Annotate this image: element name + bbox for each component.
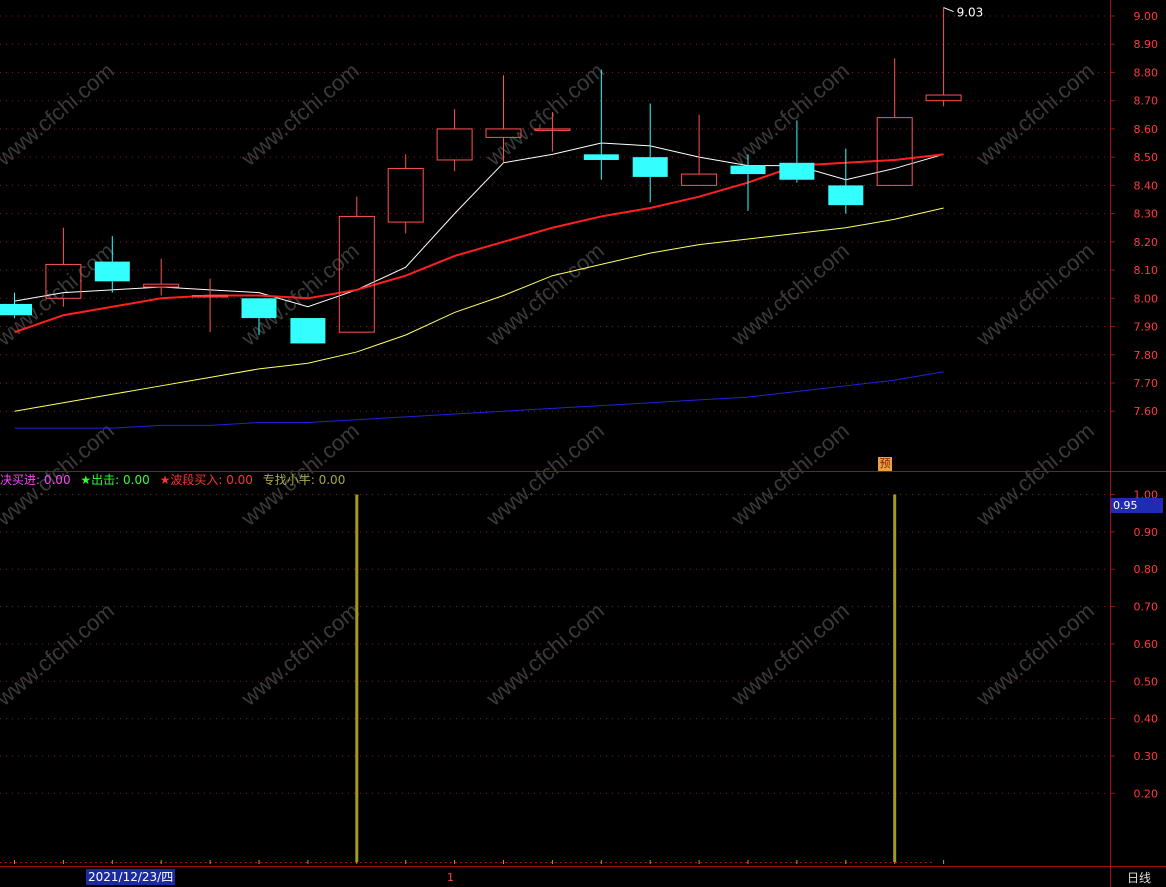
indicator-bar[interactable]	[893, 494, 897, 863]
cursor-value-tag: 0.95	[1111, 498, 1163, 513]
candle[interactable]	[925, 7, 962, 107]
main-tick-label: 8.10	[1134, 264, 1159, 277]
candle-body	[828, 185, 864, 206]
indicator-tick-label: 0.60	[1134, 638, 1159, 651]
indicator-legend: 决买进: 0.00 ★出击: 0.00 ★波段买入: 0.00 专找小牛: 0.…	[0, 472, 351, 488]
candle-body	[94, 261, 130, 282]
indicator-bar[interactable]	[355, 494, 359, 863]
candle[interactable]	[436, 109, 473, 172]
candle-body	[436, 128, 473, 161]
candle[interactable]	[632, 103, 668, 203]
period-label[interactable]: 日线	[1112, 869, 1166, 887]
watermark-text: www.cfchi.com	[726, 58, 854, 171]
candle-body	[387, 167, 424, 223]
candle[interactable]	[192, 278, 229, 333]
watermark-text: www.cfchi.com	[0, 58, 119, 171]
indicator-tick-label: 0.80	[1134, 563, 1159, 576]
ma-line	[14, 153, 944, 334]
watermark-text: www.cfchi.com	[236, 598, 364, 711]
candle-body	[681, 173, 718, 186]
main-tick-label: 9.00	[1134, 10, 1159, 23]
indicator-tick-label: 0.90	[1134, 526, 1159, 539]
forecast-marker[interactable]: 预	[878, 457, 892, 471]
indicator-bars[interactable]	[355, 494, 897, 863]
candle-body	[0, 303, 32, 316]
main-tick-label: 7.70	[1134, 377, 1159, 390]
main-tick-label: 8.90	[1134, 38, 1159, 51]
candle[interactable]	[143, 258, 180, 296]
watermark-text: www.cfchi.com	[481, 58, 609, 171]
indicator-tick-label: 0.50	[1134, 675, 1159, 688]
watermark-text: www.cfchi.com	[971, 598, 1099, 711]
watermark-text: www.cfchi.com	[481, 598, 609, 711]
candle-body	[779, 162, 815, 180]
main-tick-label: 8.80	[1134, 66, 1159, 79]
watermark-text: www.cfchi.com	[236, 58, 364, 171]
main-tick-label: 8.70	[1134, 95, 1159, 108]
candle[interactable]	[0, 292, 32, 319]
candle-body	[338, 215, 375, 333]
candle-body	[241, 298, 277, 319]
indicator-tick-label: 0.30	[1134, 750, 1159, 763]
main-tick-label: 8.40	[1134, 179, 1159, 192]
max-price-label: 9.03	[957, 6, 984, 20]
watermark-text: www.cfchi.com	[971, 418, 1099, 531]
candle-body	[632, 157, 668, 177]
candle[interactable]	[876, 58, 913, 186]
watermark-text: www.cfchi.com	[0, 238, 119, 351]
watermark-text: www.cfchi.com	[971, 58, 1099, 171]
main-tick-label: 7.90	[1134, 321, 1159, 334]
time-marker: 1	[447, 871, 454, 884]
watermark-text: www.cfchi.com	[726, 418, 854, 531]
candle[interactable]	[681, 114, 718, 186]
legend-item-swing-buy: ★波段买入: 0.00	[159, 473, 253, 487]
main-tick-label: 7.60	[1134, 405, 1159, 418]
candle[interactable]	[828, 148, 864, 214]
legend-item-calf: 专找小牛: 0.00	[262, 473, 346, 487]
candle-body	[583, 154, 619, 160]
watermark-text: www.cfchi.com	[726, 238, 854, 351]
indicator-tick-label: 0.20	[1134, 787, 1159, 800]
main-tick-label: 8.20	[1134, 236, 1159, 249]
candle-body	[925, 94, 962, 102]
candle[interactable]	[387, 154, 424, 234]
watermark-text: www.cfchi.com	[481, 418, 609, 531]
ma-line	[14, 207, 944, 412]
candle-body	[876, 117, 913, 186]
main-tick-label: 8.60	[1134, 123, 1159, 136]
candle-body	[730, 165, 766, 175]
legend-item-buy: 决买进: 0.00	[0, 473, 71, 487]
candle[interactable]	[290, 318, 326, 344]
watermark-text: www.cfchi.com	[0, 598, 119, 711]
candles[interactable]	[0, 7, 962, 344]
main-tick-label: 8.50	[1134, 151, 1159, 164]
candle-body	[290, 318, 326, 344]
chart-canvas[interactable]: www.cfchi.com www.cfchi.com www.cfchi.com w…	[0, 0, 1166, 887]
ma-line	[14, 371, 944, 429]
legend-item-attack: ★出击: 0.00	[80, 473, 150, 487]
main-tick-label: 7.80	[1134, 349, 1159, 362]
main-tick-label: 8.00	[1134, 292, 1159, 305]
max-pointer	[943, 7, 954, 12]
watermark-text: www.cfchi.com	[726, 598, 854, 711]
date-label: 2021/12/23/四	[86, 869, 176, 885]
watermark-text: www.cfchi.com	[481, 238, 609, 351]
main-tick-label: 8.30	[1134, 208, 1159, 221]
watermark-text: www.cfchi.com	[971, 238, 1099, 351]
indicator-tick-label: 0.40	[1134, 713, 1159, 726]
candle-body	[143, 283, 180, 288]
indicator-tick-label: 0.70	[1134, 601, 1159, 614]
